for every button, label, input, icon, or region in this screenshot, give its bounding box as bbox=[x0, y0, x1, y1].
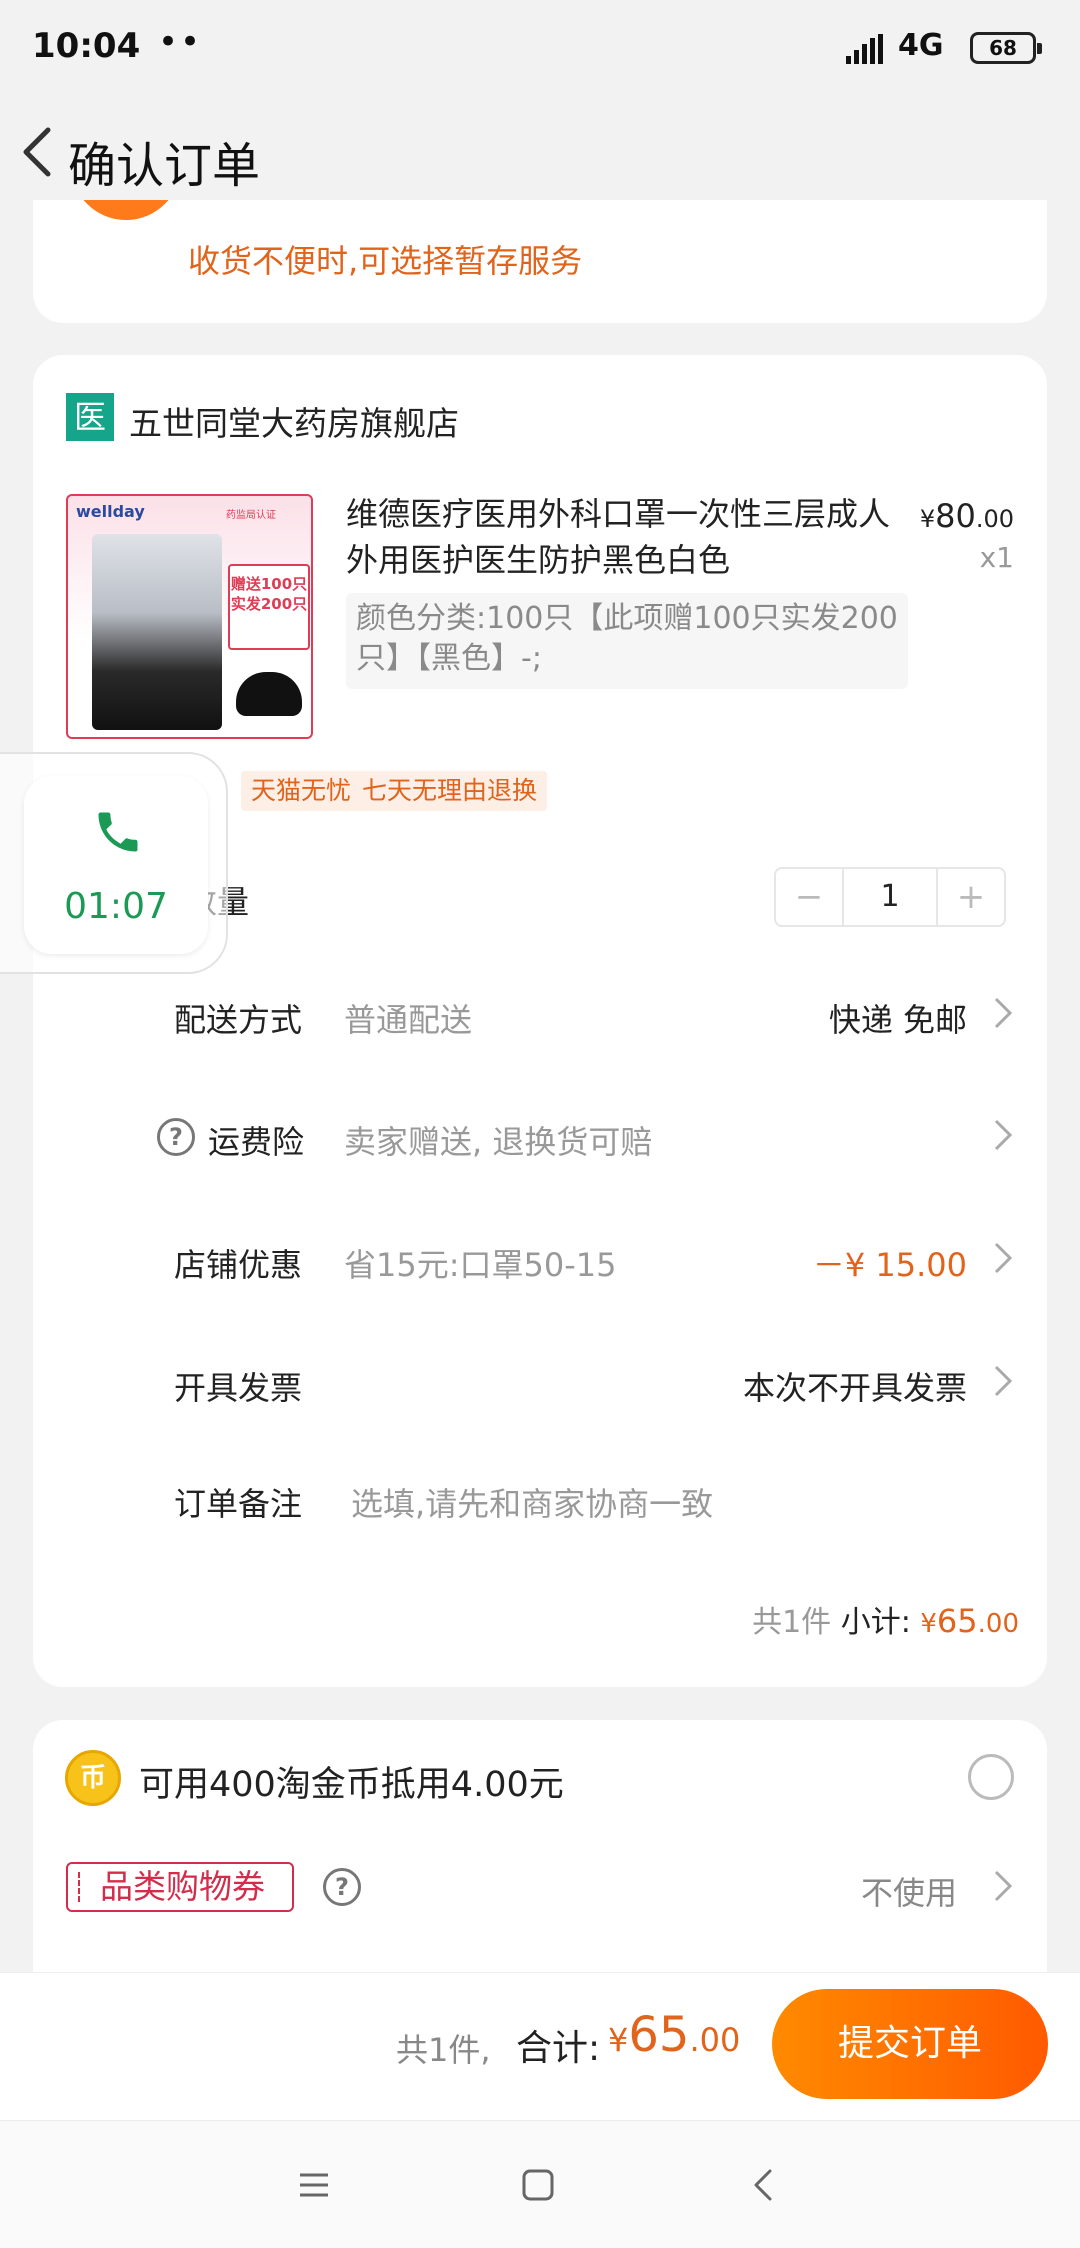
chevron-right-icon[interactable] bbox=[992, 995, 1014, 1031]
network-type: 4G bbox=[898, 28, 944, 63]
taojinbi-coin-icon: 币 bbox=[65, 1750, 121, 1806]
notification-dots: •• bbox=[158, 22, 203, 62]
decrement-button[interactable]: − bbox=[776, 869, 842, 925]
pharmacy-badge-icon: 医 bbox=[66, 393, 114, 441]
product-cert-tag: 药监局认证 bbox=[226, 510, 276, 521]
storage-service-notice[interactable]: 收货不便时,可选择暂存服务 bbox=[188, 236, 582, 282]
store-discount-amount[interactable]: －¥ 15.00 bbox=[813, 1240, 967, 1286]
back-arrow-icon[interactable] bbox=[14, 122, 64, 182]
invoice-option[interactable]: 本次不开具发票 bbox=[743, 1363, 967, 1409]
chevron-right-icon[interactable] bbox=[992, 1240, 1014, 1276]
coin-radio-button[interactable] bbox=[968, 1754, 1014, 1800]
call-card[interactable]: 01:07 bbox=[24, 776, 208, 954]
invoice-label: 开具发票 bbox=[174, 1369, 303, 1407]
insurance-label: 运费险 bbox=[208, 1123, 305, 1161]
back-icon[interactable] bbox=[744, 2165, 784, 2205]
tag-seven-day-return[interactable]: 七天无理由退换 bbox=[352, 771, 548, 811]
help-icon[interactable]: ? bbox=[157, 1118, 195, 1156]
chevron-right-icon[interactable] bbox=[992, 1868, 1014, 1904]
menu-icon[interactable] bbox=[294, 2165, 334, 2205]
mask-package-graphic bbox=[92, 534, 222, 730]
product-price: ¥80.00 bbox=[919, 497, 1014, 535]
total-item-count: 共1件, bbox=[396, 2031, 491, 2069]
total-label: 合计: bbox=[516, 2028, 601, 2069]
order-card: 医 五世同堂大药房旗舰店 wellday 药监局认证 赠送100只 实发200只… bbox=[33, 355, 1047, 1687]
product-title[interactable]: 维德医疗医用外科口罩一次性三层成人外用医护医生防护黑色白色 bbox=[346, 491, 906, 583]
black-mask-graphic bbox=[236, 672, 302, 716]
remark-label: 订单备注 bbox=[174, 1485, 303, 1523]
coupon-option[interactable]: 不使用 bbox=[861, 1868, 957, 1914]
quantity-stepper[interactable]: − 1 + bbox=[774, 867, 1006, 927]
help-icon[interactable]: ? bbox=[323, 1868, 361, 1906]
increment-button[interactable]: + bbox=[938, 869, 1004, 925]
coin-coupon-card: 币 可用400淘金币抵用4.00元 品类购物券 ? 不使用 bbox=[33, 1720, 1047, 1980]
page-title: 确认订单 bbox=[68, 138, 261, 194]
remark-input[interactable]: 选填,请先和商家协商一致 bbox=[351, 1479, 713, 1525]
product-image[interactable]: wellday 药监局认证 赠送100只 实发200只 bbox=[66, 494, 313, 739]
coin-deduct-text: 可用400淘金币抵用4.00元 bbox=[139, 1765, 564, 1805]
status-time: 10:04 bbox=[32, 26, 141, 66]
chevron-right-icon[interactable] bbox=[992, 1117, 1014, 1153]
address-card[interactable]: 收货不便时,可选择暂存服务 bbox=[33, 200, 1047, 323]
system-nav-bar bbox=[0, 2120, 1080, 2248]
delivery-label: 配送方式 bbox=[174, 1001, 303, 1039]
product-brand-logo: wellday bbox=[76, 502, 145, 521]
store-discount-label: 店铺优惠 bbox=[174, 1246, 303, 1284]
quantity-input[interactable]: 1 bbox=[842, 869, 938, 925]
checkout-bar: 共1件, 合计: ¥65.00 提交订单 bbox=[0, 1972, 1080, 2120]
total-amount: ¥65.00 bbox=[608, 2007, 741, 2063]
floating-call-widget[interactable]: 01:07 bbox=[0, 752, 228, 974]
insurance-value: 卖家赠送, 退换货可赔 bbox=[344, 1123, 653, 1161]
orange-circle-icon bbox=[71, 200, 181, 220]
category-coupon-badge: 品类购物券 bbox=[66, 1862, 294, 1912]
product-quantity: x1 bbox=[979, 541, 1014, 574]
chevron-right-icon[interactable] bbox=[992, 1363, 1014, 1399]
subtotal: 共1件 小计: ¥65.00 bbox=[752, 1602, 1019, 1640]
phone-icon bbox=[98, 812, 138, 852]
submit-order-button[interactable]: 提交订单 bbox=[772, 1989, 1048, 2099]
home-icon[interactable] bbox=[518, 2165, 558, 2205]
call-duration: 01:07 bbox=[64, 886, 168, 927]
battery-icon: 68 bbox=[970, 32, 1042, 64]
sku-selector[interactable]: 颜色分类:100只【此项赠100只实发200只】【黑色】-; bbox=[346, 593, 908, 689]
shop-name[interactable]: 五世同堂大药房旗舰店 bbox=[129, 397, 459, 445]
store-discount-value: 省15元:口罩50-15 bbox=[344, 1246, 617, 1284]
signal-icon bbox=[846, 34, 883, 64]
status-bar: 10:04 •• 4G 68 bbox=[0, 0, 1080, 96]
delivery-value: 普通配送 bbox=[344, 1001, 473, 1039]
delivery-option[interactable]: 快递 免邮 bbox=[829, 995, 967, 1041]
product-promo-label: 赠送100只 实发200只 bbox=[228, 564, 310, 650]
